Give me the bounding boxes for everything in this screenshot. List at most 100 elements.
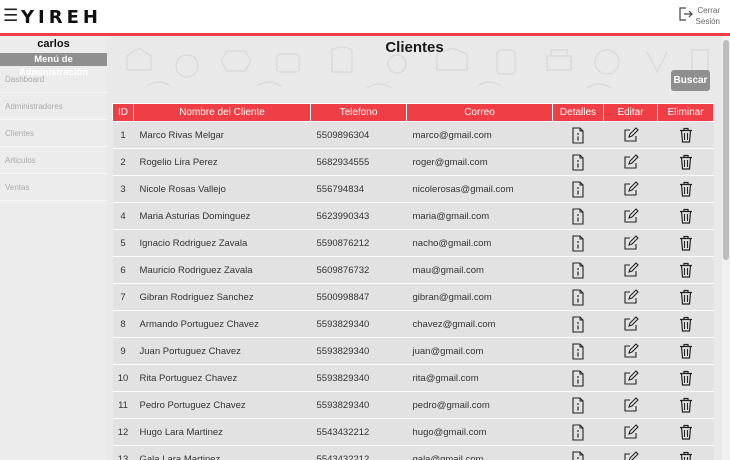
- hamburger-menu-icon[interactable]: ☰: [3, 8, 18, 25]
- sidebar-item-administradores[interactable]: Administradores: [0, 94, 107, 120]
- cell-name: Mauricio Rodriguez Zavala: [133, 256, 311, 284]
- logout-button[interactable]: Cerrar Sesión: [690, 5, 720, 27]
- cell-id: 10: [112, 364, 134, 392]
- delete-button[interactable]: [657, 445, 714, 460]
- cell-phone: 5609876732: [310, 256, 407, 284]
- trash-icon: [658, 397, 714, 413]
- delete-button[interactable]: [657, 175, 714, 203]
- column-header-email[interactable]: Correo: [406, 103, 553, 122]
- edit-button[interactable]: [603, 310, 658, 338]
- pencil-edit-icon: [604, 262, 658, 278]
- cell-name: Maria Asturias Dominguez: [133, 202, 311, 230]
- sidebar: carlos Menú de Administración Dashboard …: [0, 36, 107, 460]
- trash-icon: [658, 370, 714, 386]
- delete-button[interactable]: [657, 121, 714, 149]
- details-button[interactable]: [552, 148, 604, 176]
- document-info-icon: [553, 342, 604, 360]
- delete-button[interactable]: [657, 364, 714, 392]
- delete-button[interactable]: [657, 418, 714, 446]
- search-button[interactable]: Buscar: [671, 70, 710, 91]
- trash-icon: [658, 262, 714, 278]
- edit-button[interactable]: [603, 121, 658, 149]
- cell-id: 6: [112, 256, 134, 284]
- edit-button[interactable]: [603, 337, 658, 365]
- table-row: 4 Maria Asturias Dominguez 5623990343 maria…: [112, 202, 714, 230]
- cell-phone: 5593829340: [310, 391, 407, 419]
- table-row: 13 Gala Lara Martinez 5543432212 gala@gmail…: [112, 445, 714, 460]
- column-header-id[interactable]: ID: [112, 103, 134, 122]
- trash-icon: [658, 424, 714, 440]
- delete-button[interactable]: [657, 229, 714, 257]
- cell-phone: 5500998847: [310, 283, 407, 311]
- delete-button[interactable]: [657, 337, 714, 365]
- details-button[interactable]: [552, 418, 604, 446]
- document-info-icon: [553, 396, 604, 414]
- column-header-name[interactable]: Nombre del Cliente: [133, 103, 311, 122]
- cell-id: 7: [112, 283, 134, 311]
- cell-phone: 5509896304: [310, 121, 407, 149]
- delete-button[interactable]: [657, 283, 714, 311]
- cell-name: Gibran Rodriguez Sanchez: [133, 283, 311, 311]
- cell-email: hugo@gmail.com: [406, 418, 553, 446]
- document-info-icon: [553, 207, 604, 225]
- column-header-phone[interactable]: Telefono: [310, 103, 407, 122]
- edit-button[interactable]: [603, 229, 658, 257]
- delete-button[interactable]: [657, 391, 714, 419]
- details-button[interactable]: [552, 283, 604, 311]
- table-row: 8 Armando Portuguez Chavez 5593829340 chave…: [112, 310, 714, 338]
- table-header-row: ID Nombre del Cliente Telefono Correo De…: [112, 103, 714, 122]
- pencil-edit-icon: [604, 154, 658, 170]
- logout-label-line1: Cerrar: [697, 6, 720, 15]
- delete-button[interactable]: [657, 310, 714, 338]
- cell-id: 3: [112, 175, 134, 203]
- delete-button[interactable]: [657, 148, 714, 176]
- cell-id: 13: [112, 445, 134, 460]
- edit-button[interactable]: [603, 364, 658, 392]
- cell-email: roger@gmail.com: [406, 148, 553, 176]
- edit-button[interactable]: [603, 148, 658, 176]
- details-button[interactable]: [552, 310, 604, 338]
- details-button[interactable]: [552, 445, 604, 460]
- pencil-edit-icon: [604, 289, 658, 305]
- cell-email: gala@gmail.com: [406, 445, 553, 460]
- logout-label-line2: Sesión: [695, 17, 720, 26]
- edit-button[interactable]: [603, 175, 658, 203]
- details-button[interactable]: [552, 202, 604, 230]
- sidebar-item-ventas[interactable]: Ventas: [0, 175, 107, 201]
- edit-button[interactable]: [603, 445, 658, 460]
- edit-button[interactable]: [603, 283, 658, 311]
- edit-button[interactable]: [603, 391, 658, 419]
- edit-button[interactable]: [603, 418, 658, 446]
- details-button[interactable]: [552, 364, 604, 392]
- document-info-icon: [553, 261, 604, 279]
- cell-id: 2: [112, 148, 134, 176]
- cell-email: mau@gmail.com: [406, 256, 553, 284]
- table-row: 1 Marco Rivas Melgar 5509896304 marco@gmail…: [112, 121, 714, 149]
- cell-id: 12: [112, 418, 134, 446]
- scrollbar-thumb[interactable]: [723, 40, 729, 260]
- cell-email: maria@gmail.com: [406, 202, 553, 230]
- details-button[interactable]: [552, 121, 604, 149]
- details-button[interactable]: [552, 337, 604, 365]
- delete-button[interactable]: [657, 202, 714, 230]
- table-row: 9 Juan Portuguez Chavez 5593829340 juan@gma…: [112, 337, 714, 365]
- pencil-edit-icon: [604, 343, 658, 359]
- cell-email: nacho@gmail.com: [406, 229, 553, 257]
- edit-button[interactable]: [603, 202, 658, 230]
- cell-phone: 5593829340: [310, 310, 407, 338]
- main-content: Clientes Buscar ID Nombre del Cliente Te…: [107, 36, 722, 460]
- details-button[interactable]: [552, 229, 604, 257]
- sidebar-item-dashboard[interactable]: Dashboard: [0, 67, 107, 93]
- pencil-edit-icon: [604, 316, 658, 332]
- details-button[interactable]: [552, 175, 604, 203]
- edit-button[interactable]: [603, 256, 658, 284]
- sidebar-item-articulos[interactable]: Articulos: [0, 148, 107, 174]
- details-button[interactable]: [552, 256, 604, 284]
- trash-icon: [658, 451, 714, 460]
- table-row: 2 Rogelio Lira Perez 5682934555 roger@gmail…: [112, 148, 714, 176]
- details-button[interactable]: [552, 391, 604, 419]
- delete-button[interactable]: [657, 256, 714, 284]
- document-info-icon: [553, 450, 604, 460]
- sidebar-item-clientes[interactable]: Clientes: [0, 121, 107, 147]
- column-header-details: Detalles: [552, 103, 604, 122]
